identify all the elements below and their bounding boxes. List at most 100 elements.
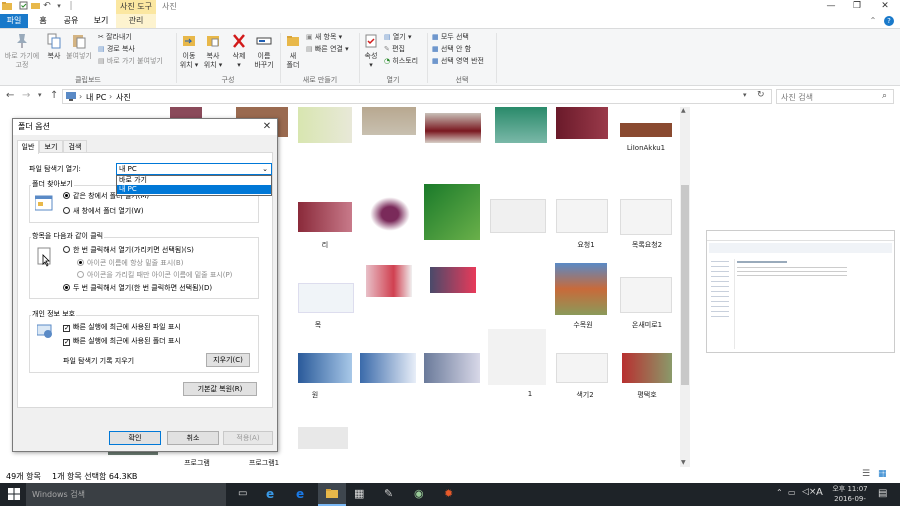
search-box[interactable]: 사진 검색 ⌕ <box>776 89 894 104</box>
taskbar-search-box[interactable]: Windows 검색 <box>26 483 226 506</box>
file-thumbnail[interactable] <box>620 123 672 137</box>
action-center-icon[interactable]: ▤ <box>878 488 887 499</box>
paste-button[interactable]: 붙여넣기 <box>65 33 93 61</box>
tab-home[interactable]: 홈 <box>33 14 53 28</box>
address-dropdown-icon[interactable]: ▾ <box>743 91 747 99</box>
file-thumbnail[interactable] <box>620 277 672 313</box>
new-folder-button[interactable]: 새 폴더 <box>282 33 304 70</box>
select-all-button[interactable]: ▦ 모두 선택 <box>432 33 469 42</box>
tab-file[interactable]: 파일 <box>0 14 28 28</box>
forward-icon[interactable]: → <box>22 90 30 101</box>
delete-button[interactable]: 삭제 ▾ <box>229 33 249 70</box>
scroll-up-icon[interactable]: ▲ <box>681 107 686 114</box>
large-icons-view-icon[interactable]: ▦ <box>878 469 887 479</box>
pin-quick-access-button[interactable]: 바로 가기에 고정 <box>2 33 42 70</box>
battery-icon[interactable]: ▭ <box>788 488 796 497</box>
file-thumbnail[interactable] <box>298 353 352 383</box>
refresh-icon[interactable]: ↻ <box>757 90 765 100</box>
file-thumbnail[interactable] <box>488 329 546 385</box>
copy-button[interactable]: 복사 <box>43 33 65 61</box>
scroll-down-icon[interactable]: ▼ <box>681 459 686 466</box>
file-thumbnail[interactable] <box>490 199 546 233</box>
task-view-icon[interactable]: ▭ <box>238 488 247 499</box>
taskbar-search-input[interactable]: Windows 검색 <box>32 489 85 500</box>
move-to-button[interactable]: 이동 위치 ▾ <box>178 33 200 70</box>
history-button[interactable]: ◔ 히스토리 <box>384 57 418 66</box>
file-thumbnail[interactable] <box>424 184 480 240</box>
recent-locations-icon[interactable]: ▾ <box>38 91 42 99</box>
tab-share[interactable]: 공유 <box>59 14 83 28</box>
file-thumbnail[interactable] <box>298 107 352 143</box>
file-thumbnail[interactable] <box>366 265 412 297</box>
underline-always-option[interactable]: 아이콘 이름에 항상 밑줄 표시(B) <box>77 259 183 268</box>
ok-button[interactable]: 확인 <box>109 431 161 445</box>
cut-button[interactable]: ✂ 잘라내기 <box>98 33 132 42</box>
file-thumbnail[interactable] <box>298 202 352 232</box>
breadcrumb-pictures[interactable]: 사진 <box>116 92 131 103</box>
file-thumbnail[interactable] <box>430 267 476 293</box>
volume-icon[interactable]: ◁× <box>802 487 816 497</box>
app-icon[interactable]: ◉ <box>414 487 424 500</box>
file-thumbnail[interactable] <box>424 353 480 383</box>
new-folder-quick-icon[interactable] <box>30 1 40 12</box>
cancel-button[interactable]: 취소 <box>167 431 219 445</box>
dialog-title-bar[interactable]: 폴더 옵션 ✕ <box>13 119 277 135</box>
file-thumbnail[interactable] <box>556 107 608 139</box>
file-thumbnail[interactable] <box>622 353 672 383</box>
copy-to-button[interactable]: 복사 위치 ▾ <box>202 33 224 70</box>
dropdown-option-this-pc[interactable]: 내 PC <box>117 185 271 194</box>
open-new-window-option[interactable]: 새 창에서 폴더 열기(W) <box>63 207 144 216</box>
file-thumbnail[interactable] <box>370 197 410 231</box>
file-thumbnail[interactable] <box>556 199 608 233</box>
file-thumbnail[interactable] <box>298 283 354 313</box>
open-button[interactable]: ▤ 열기 ▾ <box>384 33 411 42</box>
open-explorer-select[interactable]: 내 PC ⌄ <box>116 163 272 175</box>
properties-quick-icon[interactable] <box>18 1 28 12</box>
back-icon[interactable]: ← <box>6 90 14 101</box>
windows-start-icon[interactable] <box>8 488 20 502</box>
ime-indicator[interactable]: A <box>816 487 823 498</box>
app-icon[interactable]: ✹ <box>444 487 453 500</box>
file-thumbnail[interactable] <box>556 353 608 383</box>
scrollbar-thumb[interactable] <box>681 185 689 385</box>
tab-manage[interactable]: 관리 <box>120 14 152 28</box>
vertical-scrollbar[interactable]: ▲ ▼ <box>680 107 690 467</box>
file-thumbnail[interactable] <box>495 107 547 143</box>
undo-icon[interactable]: ↶ <box>42 1 52 12</box>
file-thumbnail[interactable] <box>555 263 607 315</box>
tab-view[interactable]: 보기 <box>89 14 113 28</box>
tab-general[interactable]: 일반 <box>17 140 39 154</box>
search-input[interactable]: 사진 검색 <box>781 92 813 103</box>
rename-button[interactable]: 이름 바꾸기 <box>251 33 277 70</box>
single-click-option[interactable]: 한 번 클릭해서 열기(가리키면 선택됨)(S) <box>63 246 194 255</box>
calculator-icon[interactable]: ▦ <box>354 487 364 500</box>
file-thumbnail[interactable] <box>362 107 416 135</box>
internet-explorer-icon[interactable]: e <box>266 487 274 501</box>
dropdown-option-quick-access[interactable]: 바로 가기 <box>117 176 271 185</box>
breadcrumb-this-pc[interactable]: 내 PC <box>86 92 106 103</box>
ribbon-collapse-icon[interactable]: ⌃ <box>867 14 879 28</box>
dialog-close-button[interactable]: ✕ <box>261 120 273 134</box>
edge-icon[interactable]: e <box>296 487 304 501</box>
file-thumbnail[interactable] <box>425 113 481 143</box>
recent-files-checkbox[interactable]: ✓ 빠른 실행에 최근에 사용된 파일 표시 <box>63 323 181 332</box>
clock[interactable]: 오후 11:07 2016-09-26 <box>830 484 870 506</box>
quick-access-dropdown-icon[interactable]: ▾ <box>54 1 64 12</box>
taskbar-explorer-button[interactable] <box>318 483 346 506</box>
invert-selection-button[interactable]: ▦ 선택 영역 반전 <box>432 57 484 66</box>
file-thumbnail[interactable] <box>360 353 416 383</box>
double-click-option[interactable]: 두 번 클릭해서 열기(한 번 클릭하면 선택됨)(D) <box>63 284 212 293</box>
apply-button[interactable]: 적용(A) <box>223 431 273 445</box>
easy-access-button[interactable]: ▤ 빠른 연결 ▾ <box>306 45 349 54</box>
up-icon[interactable]: ↑ <box>50 90 58 101</box>
show-hidden-icons-icon[interactable]: ⌃ <box>776 488 783 497</box>
new-item-button[interactable]: ▣ 새 항목 ▾ <box>306 33 342 42</box>
file-thumbnail[interactable] <box>620 199 672 235</box>
close-window-button[interactable]: ✕ <box>870 0 900 14</box>
maximize-button[interactable]: ❐ <box>842 0 872 14</box>
help-icon[interactable]: ? <box>882 14 896 28</box>
recent-folders-checkbox[interactable]: ✓ 빠른 실행에 최근에 사용된 폴더 표시 <box>63 337 181 346</box>
copy-path-button[interactable]: ▤ 경로 복사 <box>98 45 135 54</box>
properties-button[interactable]: 속성 ▾ <box>361 33 381 70</box>
details-view-icon[interactable]: ☰ <box>862 469 870 479</box>
